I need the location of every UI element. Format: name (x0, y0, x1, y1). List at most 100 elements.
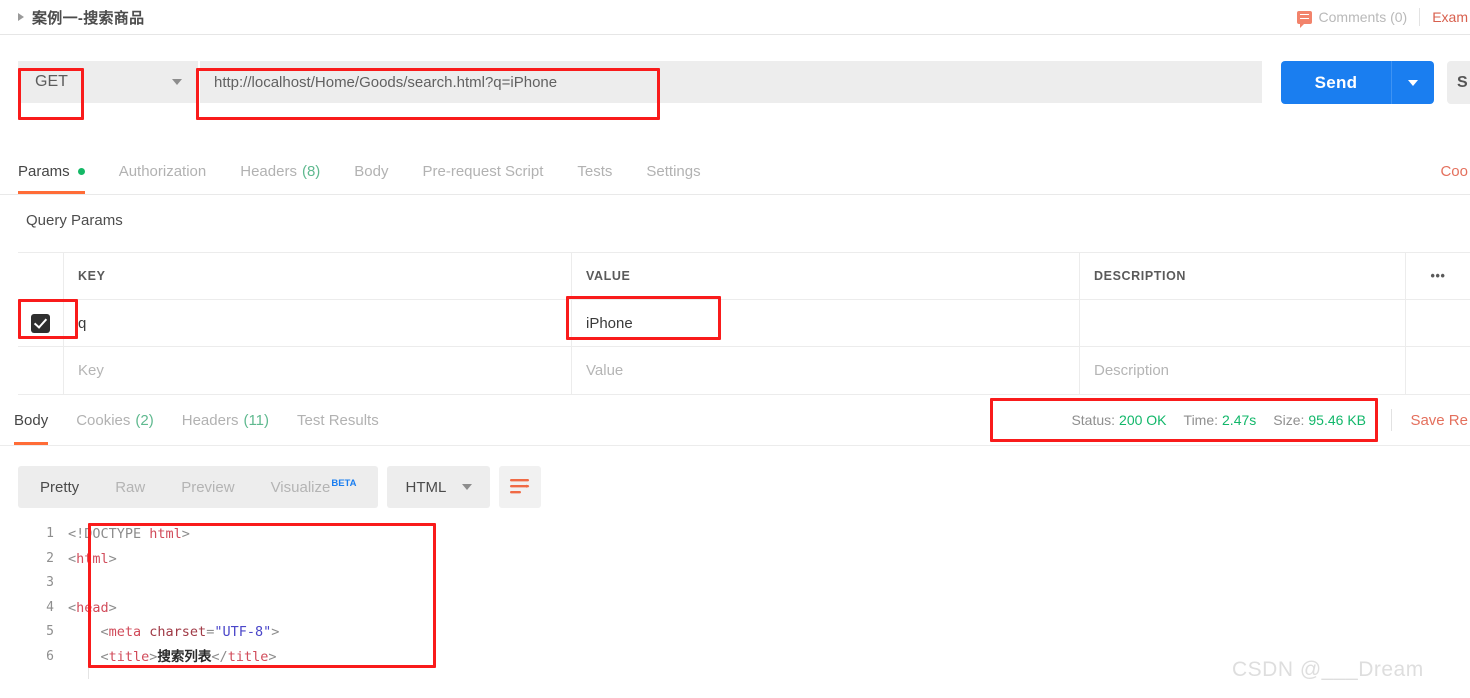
response-tab-headers-count: (11) (243, 411, 270, 429)
response-tab-headers[interactable]: Headers (11) (182, 395, 269, 445)
code-text: <!DOCTYPE html> (68, 522, 190, 547)
response-tab-cookies-count: (2) (135, 411, 154, 429)
chevron-down-icon[interactable] (172, 79, 182, 85)
size-value: 95.46 KB (1308, 412, 1366, 428)
postman-window: 案例一-搜索商品 Comments (0) Exam GET http://lo… (0, 0, 1470, 698)
response-format-select[interactable]: HTML (387, 466, 491, 508)
save-button[interactable]: S (1447, 61, 1470, 104)
response-tab-bar: Body Cookies (2) Headers (11) Test Resul… (0, 395, 1470, 446)
response-tab-body-label: Body (14, 411, 49, 429)
new-param-value-input[interactable]: Value (572, 347, 1080, 394)
column-header-description: DESCRIPTION (1080, 253, 1406, 299)
table-header-row: KEY VALUE DESCRIPTION ••• (18, 253, 1470, 300)
response-tab-test-results[interactable]: Test Results (297, 395, 379, 445)
http-method-label: GET (35, 73, 68, 90)
request-tabs: Params Authorization Headers (8) Body Pr… (0, 148, 1470, 194)
line-number: 5 (46, 624, 54, 639)
url-text: http://localhost/Home/Goods/search.html?… (214, 73, 558, 91)
tab-body-label: Body (354, 162, 389, 180)
code-line: 3 (18, 571, 1458, 596)
word-wrap-icon (510, 479, 530, 494)
save-response-button[interactable]: Save Re (1410, 395, 1470, 445)
time-label: Time: (1183, 412, 1219, 428)
tab-params[interactable]: Params (18, 148, 85, 194)
beta-badge: BETA (331, 478, 357, 489)
code-token: > (271, 624, 280, 640)
tab-settings[interactable]: Settings (646, 148, 700, 194)
code-line: 1 <!DOCTYPE html> (18, 522, 1458, 547)
line-number: 3 (46, 575, 54, 590)
table-row: q iPhone (18, 300, 1470, 347)
checkbox-checked-icon (31, 313, 50, 333)
tab-headers-count: (8) (301, 162, 321, 180)
code-token: "UTF-8" (214, 624, 272, 640)
size-label: Size: (1273, 412, 1305, 428)
request-tab-bar: Params Authorization Headers (8) Body Pr… (0, 148, 1470, 195)
view-mode-visualize[interactable]: VisualizeBETA (271, 478, 357, 496)
ellipsis-icon[interactable]: ••• (1406, 253, 1470, 299)
view-mode-raw[interactable]: Raw (115, 479, 145, 496)
placeholder-checkbox[interactable] (18, 347, 64, 394)
time-badge: Time: 2.47s (1184, 412, 1257, 428)
title-bar-actions: Comments (0) Exam (1296, 0, 1470, 34)
param-key-input[interactable]: q (64, 300, 572, 346)
status-value: 200 OK (1119, 412, 1167, 428)
param-value-input[interactable]: iPhone (572, 300, 1080, 346)
new-param-description-input[interactable]: Description (1080, 347, 1406, 394)
row-enabled-checkbox[interactable] (18, 300, 64, 346)
tab-authorization[interactable]: Authorization (119, 148, 207, 194)
comments-button[interactable]: Comments (0) (1296, 8, 1421, 28)
tab-pre-request-script[interactable]: Pre-request Script (423, 148, 544, 194)
column-header-key: KEY (64, 253, 572, 299)
row-actions[interactable] (1406, 300, 1470, 346)
code-token: > (268, 648, 277, 665)
tab-authorization-label: Authorization (118, 162, 207, 180)
examples-link[interactable]: Exam (1420, 9, 1470, 25)
cookies-link[interactable]: Coo (1440, 148, 1470, 194)
code-token: < (68, 624, 109, 640)
params-modified-dot-icon (77, 167, 85, 175)
view-mode-preview[interactable]: Preview (181, 479, 234, 496)
send-options-button[interactable] (1391, 61, 1434, 104)
chevron-down-icon (1408, 79, 1418, 86)
request-title-group[interactable]: 案例一-搜索商品 (0, 7, 144, 28)
new-param-key-input[interactable]: Key (64, 347, 572, 394)
word-wrap-button[interactable] (499, 466, 542, 508)
code-token: charset (149, 624, 207, 640)
tab-headers[interactable]: Headers (8) (240, 148, 320, 194)
page-title: 案例一-搜索商品 (32, 9, 145, 27)
line-number: 2 (46, 550, 54, 566)
caret-right-icon[interactable] (18, 13, 24, 21)
code-token: < (68, 550, 77, 567)
response-tab-body[interactable]: Body (14, 395, 49, 445)
view-mode-visualize-label: Visualize (270, 479, 331, 496)
response-tab-cookies[interactable]: Cookies (2) (76, 395, 154, 445)
response-code-view[interactable]: 1 <!DOCTYPE html> 2 <html> 3 4 <head> 5 <meta c… (18, 522, 1458, 669)
code-token: <!DOCTYPE (68, 526, 150, 542)
send-button[interactable]: Send (1281, 61, 1434, 104)
tab-tests-label: Tests (577, 162, 613, 180)
response-meta: Status: 200 OK Time: 2.47s Size: 95.46 KB (1053, 395, 1384, 445)
url-input[interactable]: http://localhost/Home/Goods/search.html?… (200, 61, 1262, 103)
code-token: < (68, 648, 109, 665)
header-checkbox-cell (18, 253, 64, 299)
code-token: 搜索列表 (157, 648, 212, 664)
response-body-toolbar: Pretty Raw Preview VisualizeBETA HTML (18, 466, 542, 508)
size-badge: Size: 95.46 KB (1273, 412, 1366, 428)
tab-tests[interactable]: Tests (577, 148, 612, 194)
code-line: 5 <meta charset="UTF-8"> (18, 620, 1458, 645)
request-title-bar: 案例一-搜索商品 Comments (0) Exam (0, 0, 1470, 35)
response-tab-test-results-label: Test Results (297, 411, 379, 429)
code-token: title (108, 648, 150, 665)
status-badge: Status: 200 OK (1071, 412, 1166, 428)
view-mode-pretty[interactable]: Pretty (40, 479, 79, 496)
tab-body[interactable]: Body (354, 148, 388, 194)
code-token: < (68, 599, 77, 616)
code-text: <head> (68, 596, 117, 621)
send-label: Send (1314, 72, 1358, 92)
column-header-value: VALUE (572, 253, 1080, 299)
comments-label: Comments (0) (1318, 9, 1408, 25)
param-description-input[interactable] (1080, 300, 1406, 346)
code-token: title (227, 648, 269, 665)
http-method-select[interactable]: GET (18, 61, 198, 103)
